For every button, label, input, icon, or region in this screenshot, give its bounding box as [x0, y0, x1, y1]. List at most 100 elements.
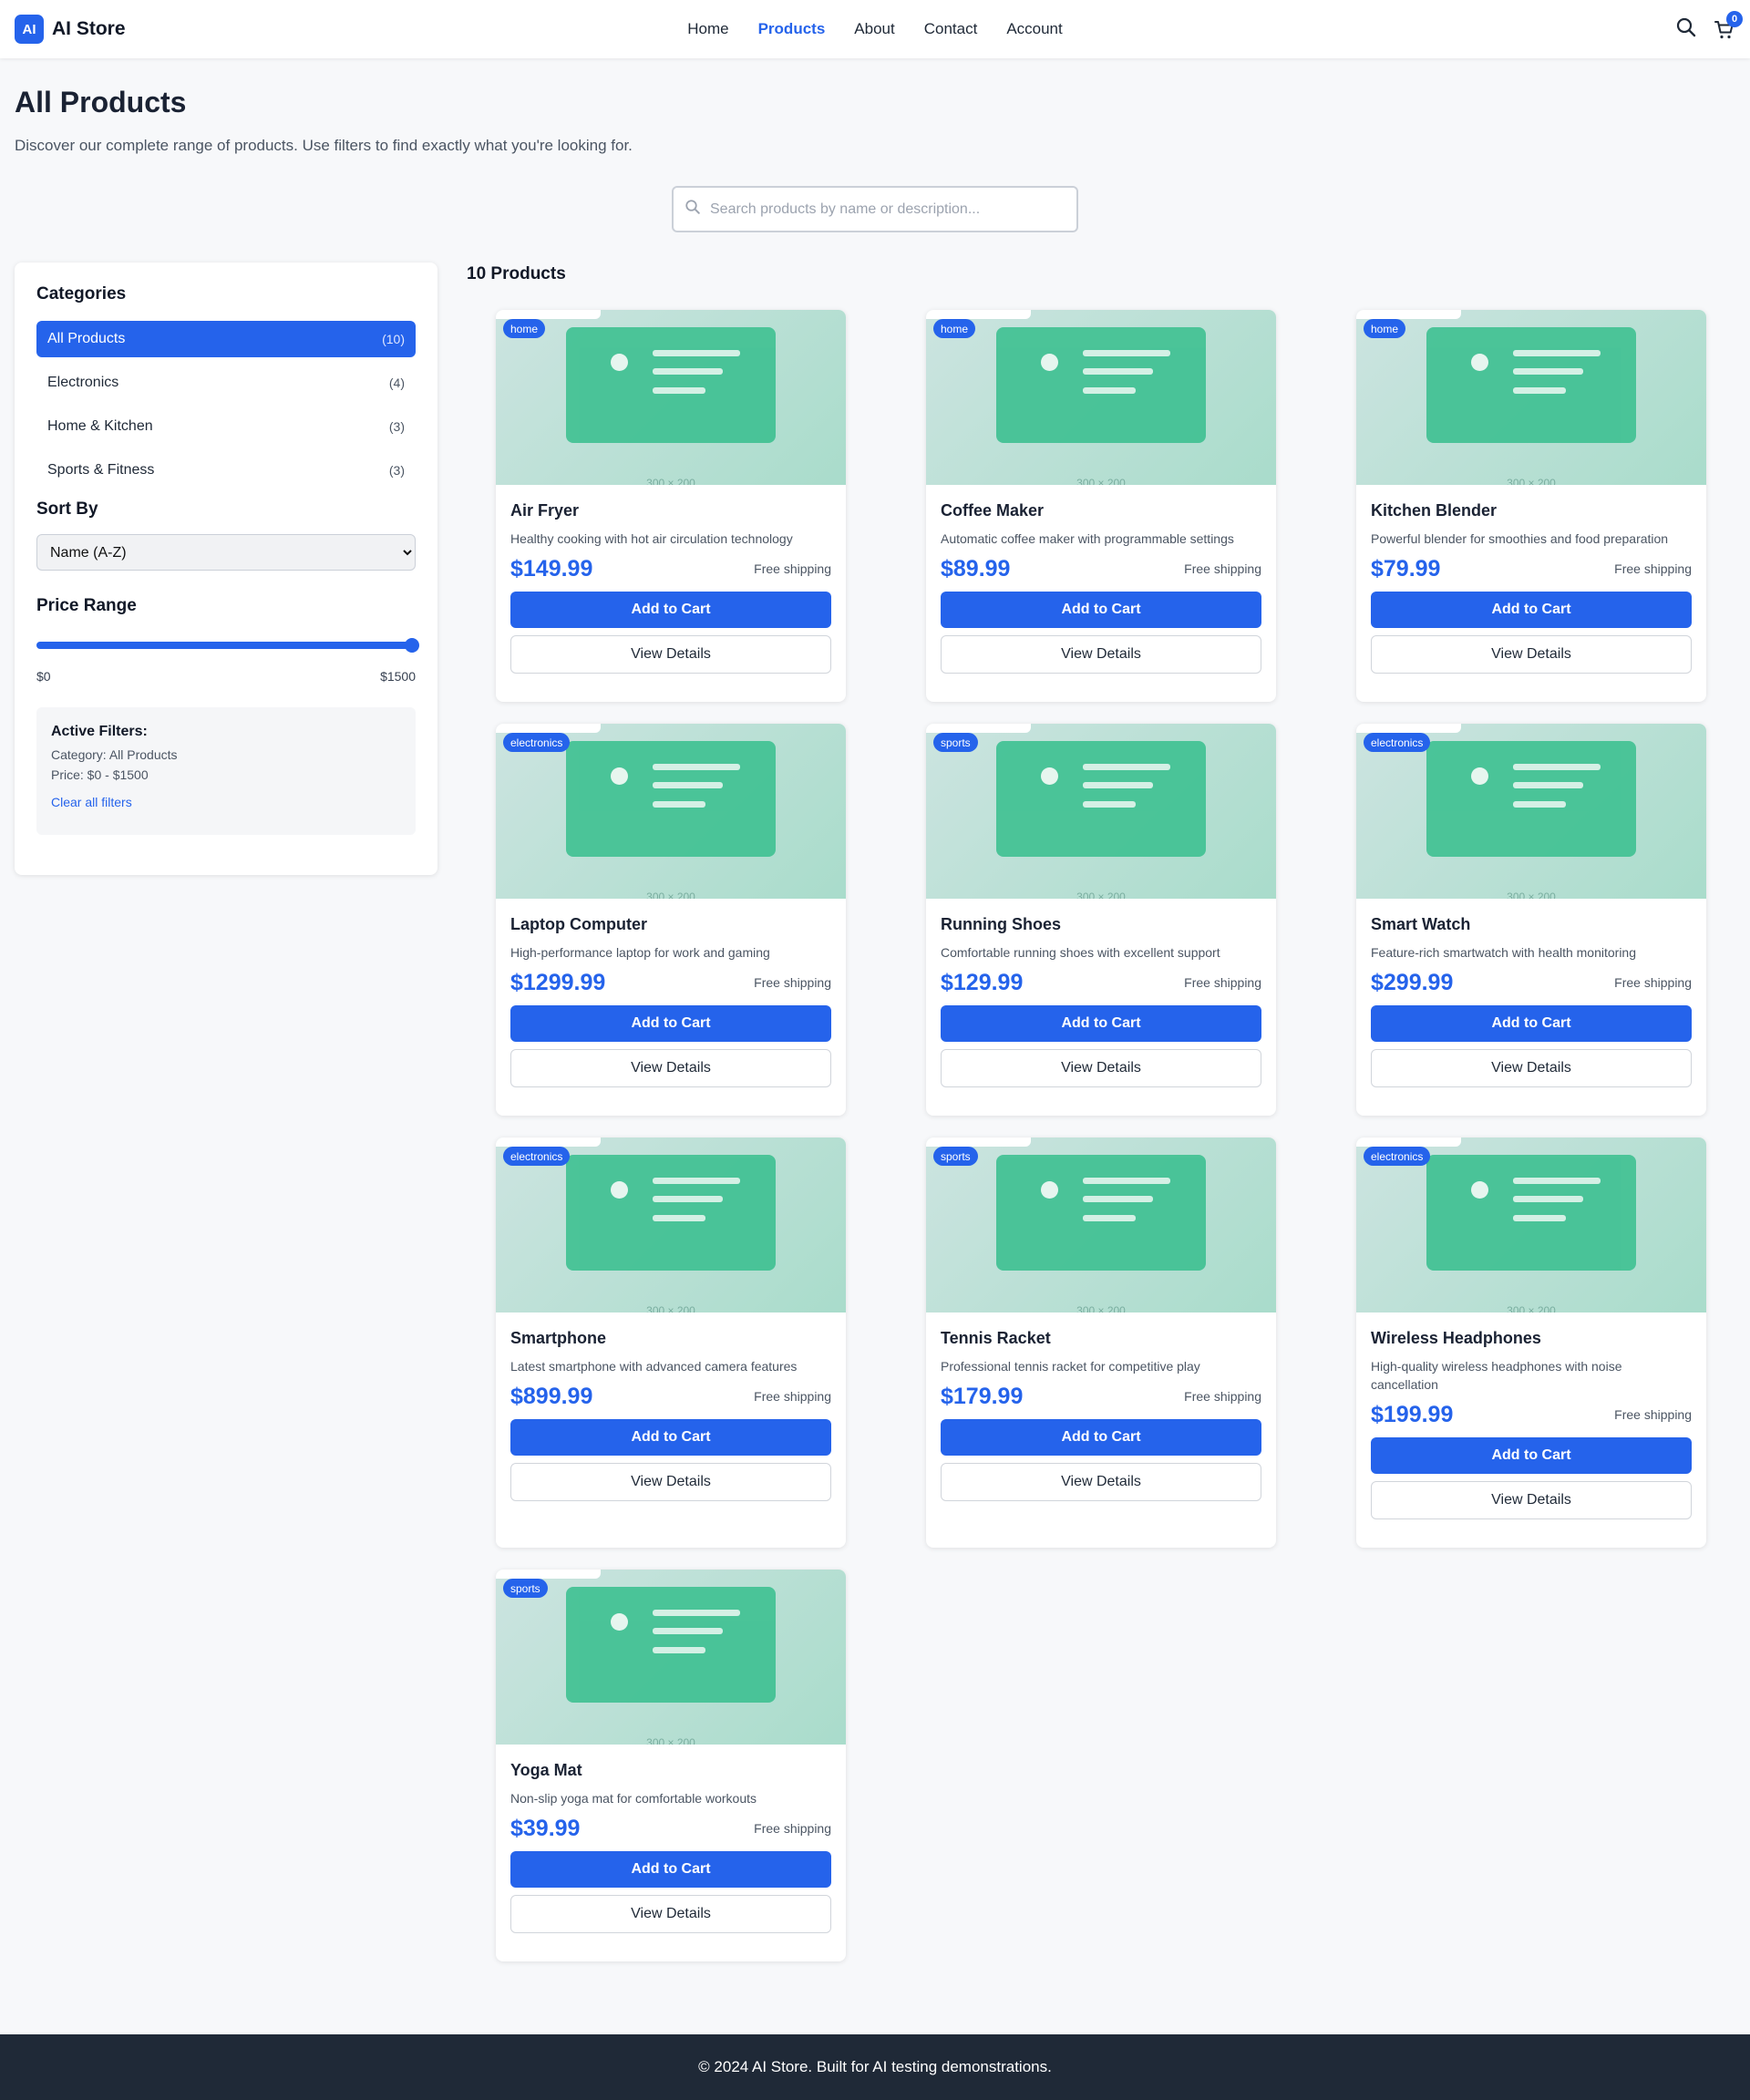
image-notch — [926, 1138, 1031, 1147]
product-name[interactable]: Smart Watch — [1371, 915, 1692, 934]
logo[interactable]: AI AI Store — [15, 15, 126, 44]
image-notch — [496, 310, 601, 319]
category-home-kitchen[interactable]: Home & Kitchen (3) — [36, 408, 416, 445]
product-name[interactable]: Coffee Maker — [941, 501, 1261, 520]
category-electronics[interactable]: Electronics (4) — [36, 365, 416, 401]
product-name[interactable]: Kitchen Blender — [1371, 501, 1692, 520]
site-header: AI AI Store Home Products About Contact … — [0, 0, 1750, 58]
product-image[interactable]: 300 × 200 electronics — [1356, 724, 1706, 899]
add-to-cart-button[interactable]: Add to Cart — [510, 1005, 831, 1042]
placeholder-dot — [611, 767, 628, 785]
product-name[interactable]: Tennis Racket — [941, 1329, 1261, 1348]
product-image[interactable]: 300 × 200 sports — [926, 724, 1276, 899]
image-notch — [1356, 1138, 1461, 1147]
add-to-cart-button[interactable]: Add to Cart — [941, 592, 1261, 628]
add-to-cart-button[interactable]: Add to Cart — [510, 1419, 831, 1456]
placeholder-line — [653, 368, 723, 375]
product-image[interactable]: 300 × 200 sports — [496, 1570, 846, 1745]
placeholder-line — [1083, 1178, 1170, 1184]
product-image[interactable]: 300 × 200 electronics — [1356, 1138, 1706, 1312]
shipping-note: Free shipping — [1184, 1389, 1261, 1404]
view-details-button[interactable]: View Details — [941, 635, 1261, 674]
placeholder-dot — [611, 1181, 628, 1199]
category-count: (3) — [388, 419, 405, 434]
product-name[interactable]: Laptop Computer — [510, 915, 831, 934]
category-sports-fitness[interactable]: Sports & Fitness (3) — [36, 452, 416, 489]
view-details-button[interactable]: View Details — [941, 1049, 1261, 1087]
view-details-button[interactable]: View Details — [510, 635, 831, 674]
active-filter-price: Price: $0 - $1500 — [51, 767, 149, 782]
clear-filters-link[interactable]: Clear all filters — [51, 795, 132, 809]
cart-count-badge: 0 — [1726, 10, 1743, 27]
product-image[interactable]: 300 × 200 home — [926, 310, 1276, 485]
product-card: 300 × 200 sports Yoga Mat Non-slip yoga … — [496, 1570, 846, 1961]
product-name[interactable]: Wireless Headphones — [1371, 1329, 1692, 1348]
price-max-label: $1500 — [380, 669, 416, 684]
cart-button[interactable]: 0 — [1714, 10, 1743, 41]
placeholder-line — [1513, 801, 1566, 808]
add-to-cart-button[interactable]: Add to Cart — [941, 1005, 1261, 1042]
product-name[interactable]: Smartphone — [510, 1329, 831, 1348]
add-to-cart-button[interactable]: Add to Cart — [1371, 1005, 1692, 1042]
add-to-cart-button[interactable]: Add to Cart — [941, 1419, 1261, 1456]
product-image[interactable]: 300 × 200 sports — [926, 1138, 1276, 1312]
nav-about[interactable]: About — [854, 20, 894, 38]
price-row: $39.99 Free shipping — [510, 1813, 831, 1844]
add-to-cart-button[interactable]: Add to Cart — [1371, 1437, 1692, 1474]
product-card: 300 × 200 electronics Laptop Computer Hi… — [496, 724, 846, 1116]
product-image[interactable]: 300 × 200 electronics — [496, 724, 846, 899]
product-name[interactable]: Air Fryer — [510, 501, 831, 520]
view-details-button[interactable]: View Details — [941, 1463, 1261, 1501]
search-icon[interactable] — [1675, 16, 1697, 43]
category-tag: electronics — [503, 1147, 571, 1166]
price-range-slider[interactable] — [36, 638, 419, 653]
view-details-button[interactable]: View Details — [510, 1895, 831, 1933]
view-details-button[interactable]: View Details — [510, 1049, 831, 1087]
placeholder-line — [1083, 782, 1153, 788]
placeholder-graphic — [996, 741, 1206, 857]
nav-home[interactable]: Home — [687, 20, 728, 38]
category-tag: electronics — [1364, 733, 1431, 752]
category-tag: home — [933, 319, 976, 338]
product-price: $299.99 — [1371, 969, 1454, 995]
placeholder-line — [1083, 368, 1153, 375]
product-info: Wireless Headphones High-quality wireles… — [1356, 1312, 1706, 1534]
product-image[interactable]: 300 × 200 electronics — [496, 1138, 846, 1312]
product-image[interactable]: 300 × 200 home — [1356, 310, 1706, 485]
nav-contact[interactable]: Contact — [924, 20, 978, 38]
view-details-button[interactable]: View Details — [1371, 1481, 1692, 1519]
product-name[interactable]: Running Shoes — [941, 915, 1261, 934]
category-all-products[interactable]: All Products (10) — [36, 321, 416, 357]
product-info: Smart Watch Feature-rich smartwatch with… — [1356, 899, 1706, 1102]
price-range-thumb[interactable] — [405, 638, 419, 653]
price-row: $199.99 Free shipping — [1371, 1399, 1692, 1430]
add-to-cart-button[interactable]: Add to Cart — [510, 592, 831, 628]
placeholder-graphic — [566, 1155, 776, 1271]
sort-select[interactable]: Name (A-Z) — [36, 534, 416, 571]
shipping-note: Free shipping — [1184, 561, 1261, 576]
logo-text: AI Store — [52, 18, 126, 39]
add-to-cart-button[interactable]: Add to Cart — [1371, 592, 1692, 628]
add-to-cart-button[interactable]: Add to Cart — [510, 1851, 831, 1888]
product-card: 300 × 200 electronics Wireless Headphone… — [1356, 1138, 1706, 1548]
nav-account[interactable]: Account — [1006, 20, 1062, 38]
placeholder-line — [653, 387, 705, 394]
product-image[interactable]: 300 × 200 home — [496, 310, 846, 485]
nav-products[interactable]: Products — [758, 20, 826, 38]
product-card: 300 × 200 sports Tennis Racket Professio… — [926, 1138, 1276, 1548]
image-notch — [926, 310, 1031, 319]
search-input[interactable] — [710, 201, 1056, 218]
category-label: Home & Kitchen — [47, 418, 153, 434]
image-notch — [1356, 310, 1461, 319]
view-details-button[interactable]: View Details — [1371, 635, 1692, 674]
product-name[interactable]: Yoga Mat — [510, 1761, 831, 1780]
categories-heading: Categories — [36, 284, 127, 304]
price-row: $179.99 Free shipping — [941, 1381, 1261, 1412]
search-icon — [685, 199, 701, 220]
view-details-button[interactable]: View Details — [1371, 1049, 1692, 1087]
view-details-button[interactable]: View Details — [510, 1463, 831, 1501]
placeholder-dot — [1471, 767, 1488, 785]
product-price: $149.99 — [510, 555, 593, 582]
sort-heading: Sort By — [36, 499, 98, 519]
footer-text: © 2024 AI Store. Built for AI testing de… — [698, 2058, 1052, 2075]
